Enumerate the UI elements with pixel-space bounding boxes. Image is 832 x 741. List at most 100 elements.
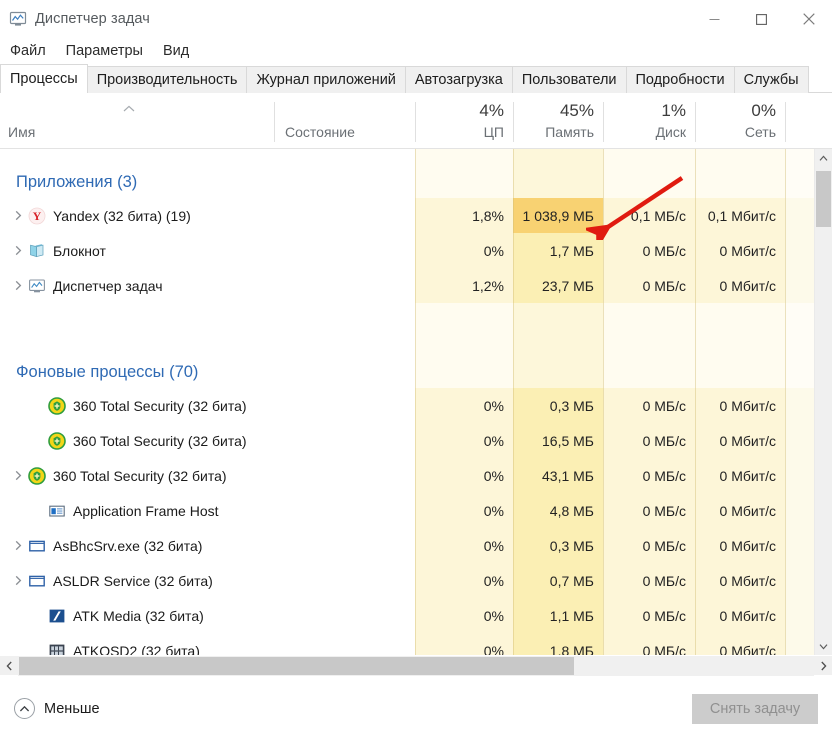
- title-bar: Диспетчер задач: [0, 0, 832, 38]
- column-header-state[interactable]: Состояние: [274, 93, 415, 148]
- spacer-network-cell: [695, 303, 785, 339]
- scroll-right-button[interactable]: [814, 656, 832, 676]
- column-header-network[interactable]: 0% Сеть: [695, 93, 785, 148]
- tab-services[interactable]: Службы: [733, 66, 809, 93]
- scroll-down-button[interactable]: [815, 637, 832, 655]
- process-state-cell: [274, 493, 415, 528]
- table-row[interactable]: AsBhcSrv.exe (32 бита) 0% 0,3 МБ 0 МБ/с 0 Мб…: [0, 528, 814, 563]
- tab-users[interactable]: Пользователи: [511, 66, 627, 93]
- process-disk-cell: 0,1 МБ/с: [603, 198, 695, 233]
- fewer-details-button[interactable]: Меньше: [14, 698, 100, 719]
- process-name: ATKOSD2 (32 бита): [73, 642, 200, 656]
- process-group-header[interactable]: Фоновые процессы (70): [0, 339, 814, 388]
- end-task-button[interactable]: Снять задачу: [692, 693, 818, 724]
- task-manager-icon: [28, 277, 46, 295]
- process-disk-cell: 0 МБ/с: [603, 458, 695, 493]
- process-name: 360 Total Security (32 бита): [73, 432, 247, 449]
- tab-app-history[interactable]: Журнал приложений: [246, 66, 406, 93]
- table-row[interactable]: ASLDR Service (32 бита) 0% 0,7 МБ 0 МБ/с 0 М…: [0, 563, 814, 598]
- horizontal-scrollbar[interactable]: [0, 655, 832, 676]
- tab-performance[interactable]: Производительность: [86, 66, 248, 93]
- process-filler-cell: [785, 198, 814, 233]
- app-frame-host-icon: [48, 502, 66, 520]
- column-header-disk[interactable]: 1% Диск: [603, 93, 695, 148]
- table-row[interactable]: ATK Media (32 бита) 0% 1,1 МБ 0 МБ/с 0 Мбит/…: [0, 598, 814, 633]
- expand-chevron-icon[interactable]: [8, 268, 28, 303]
- column-header-cpu[interactable]: 4% ЦП: [415, 93, 513, 148]
- table-row[interactable]: ATKOSD2 (32 бита) 0% 1,8 МБ 0 МБ/с 0 Мбит/с: [0, 633, 814, 655]
- table-row[interactable]: Y Yandex (32 бита) (19) 1,8% 1 038,9 МБ 0,1 …: [0, 198, 814, 233]
- task-manager-icon: [9, 10, 27, 28]
- process-state-cell: [274, 458, 415, 493]
- process-network-cell: 0 Мбит/с: [695, 528, 785, 563]
- vertical-scroll-track[interactable]: [815, 167, 832, 637]
- process-filler-cell: [785, 423, 814, 458]
- group-title: Фоновые процессы (70): [16, 363, 199, 381]
- process-name: Блокнот: [53, 242, 106, 259]
- process-cpu-cell: 0%: [415, 458, 513, 493]
- process-name-cell: ASLDR Service (32 бита): [0, 563, 274, 598]
- process-network-cell: 0,1 Мбит/с: [695, 198, 785, 233]
- process-disk-cell: 0 МБ/с: [603, 388, 695, 423]
- scroll-left-button[interactable]: [0, 656, 18, 676]
- vertical-scroll-thumb[interactable]: [816, 171, 831, 227]
- process-network-cell: 0 Мбит/с: [695, 633, 785, 655]
- table-row[interactable]: Диспетчер задач 1,2% 23,7 МБ 0 МБ/с 0 Мбит/с: [0, 268, 814, 303]
- process-row-list: Приложения (3) Y Yandex (32 бита) (19) 1,8%…: [0, 149, 814, 655]
- group-spacer-row: [0, 303, 814, 339]
- table-row[interactable]: 360 Total Security (32 бита) 0% 16,5 МБ 0 М…: [0, 423, 814, 458]
- column-header-memory[interactable]: 45% Память: [513, 93, 603, 148]
- chevron-up-icon: [14, 698, 35, 719]
- process-group-header[interactable]: Приложения (3): [0, 149, 814, 198]
- column-header-name-label: Имя: [8, 124, 36, 140]
- process-filler-cell: [785, 388, 814, 423]
- group-disk-cell: [603, 149, 695, 198]
- tab-details[interactable]: Подробности: [625, 66, 735, 93]
- expand-chevron-icon[interactable]: [8, 458, 28, 493]
- menu-view[interactable]: Вид: [161, 41, 198, 61]
- tab-startup[interactable]: Автозагрузка: [404, 66, 513, 93]
- group-network-cell: [695, 149, 785, 198]
- tab-processes[interactable]: Процессы: [0, 64, 88, 93]
- menu-bar: Файл Параметры Вид: [0, 38, 832, 64]
- notepad-icon: [28, 242, 46, 260]
- process-cpu-cell: 0%: [415, 598, 513, 633]
- maximize-button[interactable]: [738, 0, 785, 38]
- table-row[interactable]: 360 Total Security (32 бита) 0% 43,1 МБ 0 М…: [0, 458, 814, 493]
- menu-options[interactable]: Параметры: [64, 41, 152, 61]
- table-row[interactable]: Блокнот 0% 1,7 МБ 0 МБ/с 0 Мбит/с: [0, 233, 814, 268]
- yandex-icon: Y: [28, 207, 46, 225]
- close-button[interactable]: [785, 0, 832, 38]
- horizontal-scroll-thumb[interactable]: [19, 656, 574, 675]
- process-state-cell: [274, 198, 415, 233]
- process-network-cell: 0 Мбит/с: [695, 598, 785, 633]
- process-memory-cell: 4,8 МБ: [513, 493, 603, 528]
- process-disk-cell: 0 МБ/с: [603, 233, 695, 268]
- expand-chevron-icon[interactable]: [8, 528, 28, 563]
- menu-file[interactable]: Файл: [8, 41, 55, 61]
- process-state-cell: [274, 233, 415, 268]
- window-controls: [691, 0, 832, 38]
- horizontal-scroll-track[interactable]: [18, 655, 814, 676]
- process-filler-cell: [785, 528, 814, 563]
- scroll-up-button[interactable]: [815, 149, 832, 167]
- process-state-cell: [274, 563, 415, 598]
- shield-360-icon: [28, 466, 46, 485]
- process-cpu-cell: 0%: [415, 493, 513, 528]
- expand-chevron-icon[interactable]: [8, 198, 28, 233]
- group-filler-cell: [785, 339, 814, 388]
- table-row[interactable]: 360 Total Security (32 бита) 0% 0,3 МБ 0 МБ…: [0, 388, 814, 423]
- fewer-details-label: Меньше: [44, 700, 100, 717]
- svg-text:Y: Y: [33, 209, 42, 223]
- table-row[interactable]: Application Frame Host 0% 4,8 МБ 0 МБ/с 0 Мб…: [0, 493, 814, 528]
- vertical-scrollbar[interactable]: [814, 149, 832, 655]
- process-state-cell: [274, 528, 415, 563]
- expand-chevron-icon[interactable]: [8, 563, 28, 598]
- expand-chevron-icon[interactable]: [8, 233, 28, 268]
- process-name: Yandex (32 бита) (19): [53, 207, 191, 224]
- column-header-disk-label: Диск: [655, 124, 686, 140]
- process-memory-cell: 1 038,9 МБ: [513, 198, 603, 233]
- column-header-name[interactable]: Имя: [0, 93, 274, 148]
- minimize-button[interactable]: [691, 0, 738, 38]
- process-disk-cell: 0 МБ/с: [603, 528, 695, 563]
